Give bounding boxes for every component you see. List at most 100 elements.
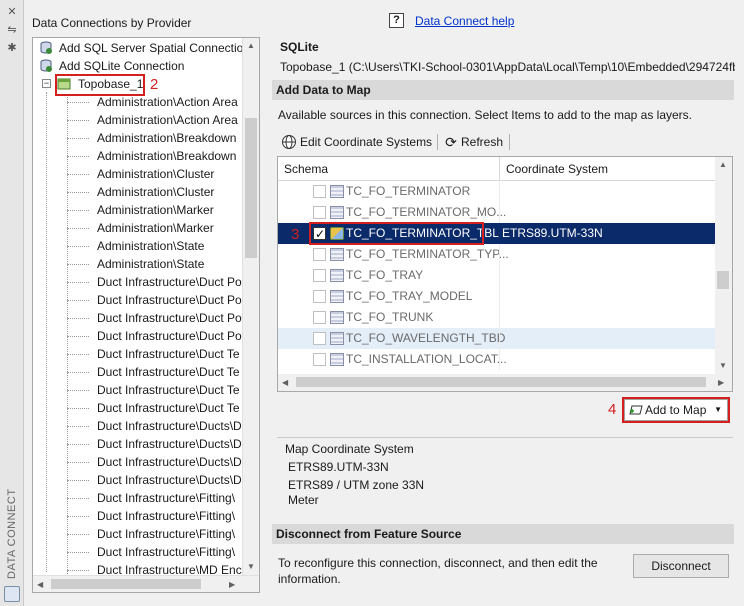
sources-grid[interactable]: Schema Coordinate System TC_FO_TERMINATO… bbox=[277, 156, 733, 392]
table-row[interactable]: TC_FO_TERMINATOR_MO... bbox=[278, 202, 715, 223]
palette-strip: ✕ ⇋ ✱ DATA CONNECT bbox=[0, 0, 24, 606]
tree-guide bbox=[67, 480, 89, 481]
add-connection-icon bbox=[40, 59, 52, 72]
tree-item-label: Duct Infrastructure\Duct Te bbox=[97, 401, 240, 415]
tree-hscroll-thumb[interactable] bbox=[51, 579, 201, 589]
tree-guide bbox=[67, 498, 89, 499]
tree-guide bbox=[67, 354, 89, 355]
row-schema-name: TC_FO_TERMINATOR_MO... bbox=[346, 205, 507, 219]
scroll-down-icon[interactable]: ▼ bbox=[247, 562, 255, 572]
row-checkbox[interactable] bbox=[313, 269, 326, 282]
row-checkbox[interactable] bbox=[313, 332, 326, 345]
table-row[interactable]: TC_FO_TRAY bbox=[278, 265, 715, 286]
row-checkbox[interactable] bbox=[313, 248, 326, 261]
column-header-cs[interactable]: Coordinate System bbox=[506, 162, 608, 176]
toolbar-separator bbox=[437, 134, 438, 150]
grid-header: Schema Coordinate System bbox=[278, 157, 715, 181]
column-header-schema[interactable]: Schema bbox=[284, 162, 328, 176]
settings-icon[interactable]: ✱ bbox=[6, 42, 18, 54]
tree-guide bbox=[67, 570, 89, 571]
tree-item-label: Administration\State bbox=[97, 257, 205, 271]
scroll-left-icon[interactable]: ◀ bbox=[37, 580, 43, 590]
provider-tree[interactable]: Add SQL Server Spatial Connection Add SQ… bbox=[32, 37, 260, 593]
disconnect-text: To reconfigure this connection, disconne… bbox=[278, 556, 598, 586]
row-checkbox[interactable] bbox=[313, 311, 326, 324]
row-checkbox[interactable] bbox=[313, 290, 326, 303]
row-schema-name: TC_FO_TRAY bbox=[346, 268, 424, 282]
table-row[interactable]: TC_FO_WAVELENGTH_TBD bbox=[278, 328, 715, 349]
row-coordinate-system[interactable]: ETRS89.UTM-33N bbox=[502, 223, 603, 244]
providers-title: Data Connections by Provider bbox=[32, 16, 192, 30]
table-row[interactable]: TC_FO_TERMINATOR bbox=[278, 181, 715, 202]
pin-icon[interactable]: ⇋ bbox=[6, 24, 18, 36]
table-row[interactable]: TC_FO_TERMINATOR_TYP... bbox=[278, 244, 715, 265]
tree-item-label: Administration\Marker bbox=[97, 203, 214, 217]
tree-guide bbox=[67, 444, 89, 445]
column-separator[interactable] bbox=[499, 157, 500, 181]
tree-scroll-thumb[interactable] bbox=[245, 118, 257, 258]
help-link[interactable]: Data Connect help bbox=[415, 14, 514, 28]
add-connection-icon bbox=[40, 41, 52, 54]
table-icon bbox=[330, 185, 344, 198]
table-row[interactable]: TC_FO_TRAY_MODEL bbox=[278, 286, 715, 307]
cell-separator bbox=[499, 265, 500, 286]
tree-guide bbox=[67, 534, 89, 535]
tree-guide bbox=[67, 318, 89, 319]
row-schema-name: TC_INSTALLATION_LOCAT... bbox=[346, 352, 507, 366]
table-row[interactable]: TC_FO_TRUNK bbox=[278, 307, 715, 328]
tree-guide bbox=[67, 228, 89, 229]
tree-item-label: Administration\Cluster bbox=[97, 185, 215, 199]
row-schema-name: TC_FO_TERMINATOR_TYP... bbox=[346, 247, 509, 261]
scroll-down-icon[interactable]: ▼ bbox=[719, 361, 727, 371]
tree-guide bbox=[46, 92, 47, 572]
disconnect-button[interactable]: Disconnect bbox=[633, 554, 729, 578]
tree-guide bbox=[67, 300, 89, 301]
tree-item-label: Administration\State bbox=[97, 239, 205, 253]
tree-item-label: Duct Infrastructure\Duct Po bbox=[97, 329, 242, 343]
row-checkbox[interactable] bbox=[313, 206, 326, 219]
tree-guide bbox=[67, 138, 89, 139]
scroll-right-icon[interactable]: ▶ bbox=[718, 378, 724, 388]
cell-separator bbox=[499, 286, 500, 307]
refresh-button[interactable]: ⟳ Refresh bbox=[443, 132, 507, 152]
scroll-left-icon[interactable]: ◀ bbox=[282, 378, 288, 388]
callout-3: 3 bbox=[291, 226, 300, 243]
tree-item-label: Duct Infrastructure\Fitting\ bbox=[97, 527, 236, 541]
row-checkbox[interactable] bbox=[313, 353, 326, 366]
grid-toolbar: Edit Coordinate Systems ⟳ Refresh bbox=[277, 130, 733, 154]
tree-vertical-scrollbar[interactable]: ▲ ▼ bbox=[242, 38, 259, 575]
scroll-up-icon[interactable]: ▲ bbox=[247, 41, 255, 51]
table-icon bbox=[330, 353, 344, 366]
grid-hscroll-thumb[interactable] bbox=[296, 377, 706, 387]
grid-horizontal-scrollbar[interactable]: ◀ ▶ bbox=[278, 374, 732, 391]
data-connect-icon bbox=[4, 586, 20, 602]
row-checkbox[interactable] bbox=[313, 185, 326, 198]
table-row[interactable]: TC_INSTALLATION_LOCAT... bbox=[278, 349, 715, 370]
row-schema-name: TC_FO_TRUNK bbox=[346, 310, 434, 324]
scroll-right-icon[interactable]: ▶ bbox=[229, 580, 235, 590]
tree-item-label: Duct Infrastructure\Ducts\D bbox=[97, 455, 242, 469]
add-data-header: Add Data to Map bbox=[272, 80, 734, 100]
close-icon[interactable]: ✕ bbox=[6, 6, 18, 18]
tree-horizontal-scrollbar[interactable]: ◀ ▶ bbox=[33, 575, 259, 592]
grid-vertical-scrollbar[interactable]: ▲ ▼ bbox=[715, 157, 732, 374]
refresh-icon: ⟳ bbox=[445, 134, 457, 150]
help-icon[interactable]: ? bbox=[389, 13, 404, 28]
grid-scroll-thumb[interactable] bbox=[717, 271, 729, 289]
tree-guide bbox=[67, 426, 89, 427]
collapse-icon[interactable]: − bbox=[42, 79, 51, 88]
table-icon bbox=[330, 206, 344, 219]
tree-item-label: Duct Infrastructure\Duct Po bbox=[97, 293, 242, 307]
tree-item-label: Administration\Breakdown bbox=[97, 149, 237, 163]
tree-guide bbox=[67, 156, 89, 157]
cell-separator bbox=[499, 328, 500, 349]
cell-separator bbox=[499, 349, 500, 370]
tree-guide bbox=[67, 120, 89, 121]
map-cs-units: Meter bbox=[288, 493, 319, 507]
tree-guide bbox=[67, 246, 89, 247]
tree-item-label: Duct Infrastructure\Fitting\ bbox=[97, 545, 236, 559]
tree-guide bbox=[67, 462, 89, 463]
tree-item-label: Administration\Marker bbox=[97, 221, 214, 235]
scroll-up-icon[interactable]: ▲ bbox=[719, 160, 727, 170]
edit-coordinate-systems-button[interactable]: Edit Coordinate Systems bbox=[281, 132, 437, 152]
